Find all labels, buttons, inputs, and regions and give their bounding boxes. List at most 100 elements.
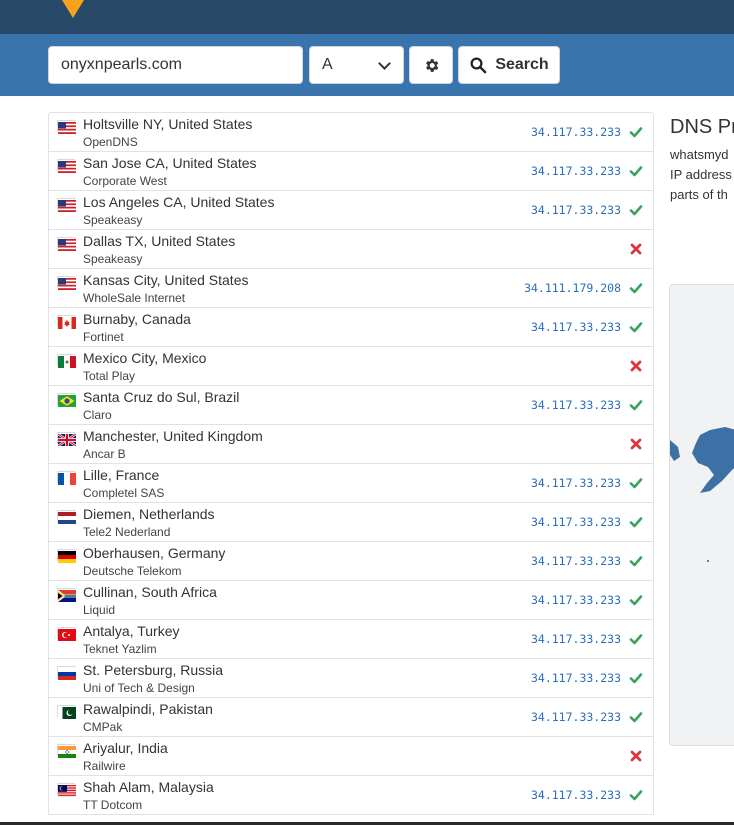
result-ip[interactable]: 34.117.33.233 <box>531 515 621 529</box>
result-row[interactable]: Rawalpindi, Pakistan CMPak 34.117.33.233 <box>49 698 653 737</box>
result-location: San Jose CA, United States <box>83 155 257 171</box>
result-isp: Ancar B <box>83 447 126 461</box>
result-isp: Uni of Tech & Design <box>83 681 195 695</box>
result-row[interactable]: Antalya, Turkey Teknet Yazlim 34.117.33.23… <box>49 620 653 659</box>
result-row[interactable]: Oberhausen, Germany Deutsche Telekom 34.11… <box>49 542 653 581</box>
checkmark-icon <box>629 671 643 685</box>
result-ip[interactable]: 34.117.33.233 <box>531 164 621 178</box>
result-ip[interactable]: 34.117.33.233 <box>531 203 621 217</box>
result-row[interactable]: Cullinan, South Africa Liquid 34.117.33.23… <box>49 581 653 620</box>
result-ip[interactable]: 34.117.33.233 <box>531 125 621 139</box>
result-ip[interactable]: 34.111.179.208 <box>524 281 621 295</box>
result-location: Santa Cruz do Sul, Brazil <box>83 389 240 405</box>
result-row[interactable]: St. Petersburg, Russia Uni of Tech & Desi… <box>49 659 653 698</box>
result-ip[interactable]: 34.117.33.233 <box>531 632 621 646</box>
result-isp: Railwire <box>83 759 126 773</box>
result-isp: Corporate West <box>83 174 167 188</box>
search-button[interactable]: Search <box>458 46 560 84</box>
flag-de-icon <box>57 549 76 563</box>
result-location: Los Angeles CA, United States <box>83 194 275 210</box>
flag-in-icon <box>57 744 76 758</box>
result-row[interactable]: Santa Cruz do Sul, Brazil Claro 34.117.33.… <box>49 386 653 425</box>
result-isp: Deutsche Telekom <box>83 564 182 578</box>
result-row[interactable]: Holtsville NY, United States OpenDNS 34.11… <box>49 113 653 152</box>
gear-icon <box>425 58 438 72</box>
alaska-landmass <box>670 427 734 562</box>
checkmark-icon <box>629 788 643 802</box>
search-bar: A Search <box>0 34 734 96</box>
result-location: Lille, France <box>83 467 160 483</box>
flag-br-icon <box>57 393 76 407</box>
result-row[interactable]: Lille, France Completel SAS 34.117.33.233 <box>49 464 653 503</box>
sidebar-line: IP address <box>670 167 732 182</box>
result-location: Dallas TX, United States <box>83 233 236 249</box>
result-isp: Liquid <box>83 603 116 617</box>
result-row[interactable]: Ariyalur, India Railwire <box>49 737 653 776</box>
result-isp: Speakeasy <box>83 252 143 266</box>
result-ip[interactable]: 34.117.33.233 <box>531 593 621 607</box>
settings-button[interactable] <box>409 46 453 84</box>
result-isp: Fortinet <box>83 330 124 344</box>
result-location: Manchester, United Kingdom <box>83 428 263 444</box>
record-type-select[interactable]: A <box>309 46 404 84</box>
site-logo[interactable] <box>62 0 84 18</box>
result-isp: Claro <box>83 408 112 422</box>
result-ip[interactable]: 34.117.33.233 <box>531 320 621 334</box>
result-location: Ariyalur, India <box>83 740 168 756</box>
world-map[interactable] <box>669 284 734 746</box>
result-row[interactable]: Diemen, Netherlands Tele2 Nederland 34.117… <box>49 503 653 542</box>
result-location: Rawalpindi, Pakistan <box>83 701 213 717</box>
result-ip[interactable]: 34.117.33.233 <box>531 671 621 685</box>
flag-us-icon <box>57 120 76 134</box>
result-row[interactable]: Los Angeles CA, United States Speakeasy 34… <box>49 191 653 230</box>
result-ip[interactable]: 34.117.33.233 <box>531 554 621 568</box>
result-isp: WholeSale Internet <box>83 291 186 305</box>
flag-gb-icon <box>57 432 77 447</box>
result-location: Antalya, Turkey <box>83 623 180 639</box>
result-row[interactable]: Dallas TX, United States Speakeasy <box>49 230 653 269</box>
flag-my-icon <box>57 783 76 797</box>
flag-us-icon <box>57 198 76 212</box>
result-row[interactable]: Manchester, United Kingdom Ancar B <box>49 425 653 464</box>
result-isp: TT Dotcom <box>83 798 143 812</box>
checkmark-icon <box>629 320 643 334</box>
search-icon <box>470 57 487 74</box>
result-ip[interactable]: 34.117.33.233 <box>531 398 621 412</box>
checkmark-icon <box>629 632 643 646</box>
flag-mx-icon <box>57 354 76 368</box>
result-location: Holtsville NY, United States <box>83 116 253 132</box>
result-row[interactable]: Mexico City, Mexico Total Play <box>49 347 653 386</box>
flag-us-icon <box>57 159 76 173</box>
sidebar-line: whatsmyd <box>670 147 729 162</box>
result-isp: OpenDNS <box>83 135 138 149</box>
checkmark-icon <box>629 125 643 139</box>
cross-icon <box>629 359 643 373</box>
result-row[interactable]: San Jose CA, United States Corporate West… <box>49 152 653 191</box>
checkmark-icon <box>629 203 643 217</box>
result-ip[interactable]: 34.117.33.233 <box>531 476 621 490</box>
chevron-down-icon <box>378 57 391 70</box>
sidebar-line: parts of th <box>670 187 728 202</box>
flag-us-icon <box>57 276 76 290</box>
top-navbar <box>0 0 734 34</box>
flag-nl-icon <box>57 510 76 524</box>
cross-icon <box>629 749 643 763</box>
result-row[interactable]: Burnaby, Canada Fortinet 34.117.33.233 <box>49 308 653 347</box>
checkmark-icon <box>629 710 643 724</box>
result-row[interactable]: Shah Alam, Malaysia TT Dotcom 34.117.33.23… <box>49 776 653 815</box>
record-type-value: A <box>322 56 333 73</box>
domain-input[interactable] <box>48 46 303 84</box>
result-isp: Tele2 Nederland <box>83 525 171 539</box>
result-row[interactable]: Kansas City, United States WholeSale Inte… <box>49 269 653 308</box>
result-ip[interactable]: 34.117.33.233 <box>531 788 621 802</box>
checkmark-icon <box>629 164 643 178</box>
flag-pk-icon <box>57 705 76 719</box>
cross-icon <box>629 242 643 256</box>
result-location: Burnaby, Canada <box>83 311 191 327</box>
result-location: Shah Alam, Malaysia <box>83 779 214 795</box>
result-location: Diemen, Netherlands <box>83 506 215 522</box>
result-isp: Total Play <box>83 369 136 383</box>
flag-fr-icon <box>57 471 76 485</box>
result-ip[interactable]: 34.117.33.233 <box>531 710 621 724</box>
flag-ca-icon <box>57 315 76 329</box>
